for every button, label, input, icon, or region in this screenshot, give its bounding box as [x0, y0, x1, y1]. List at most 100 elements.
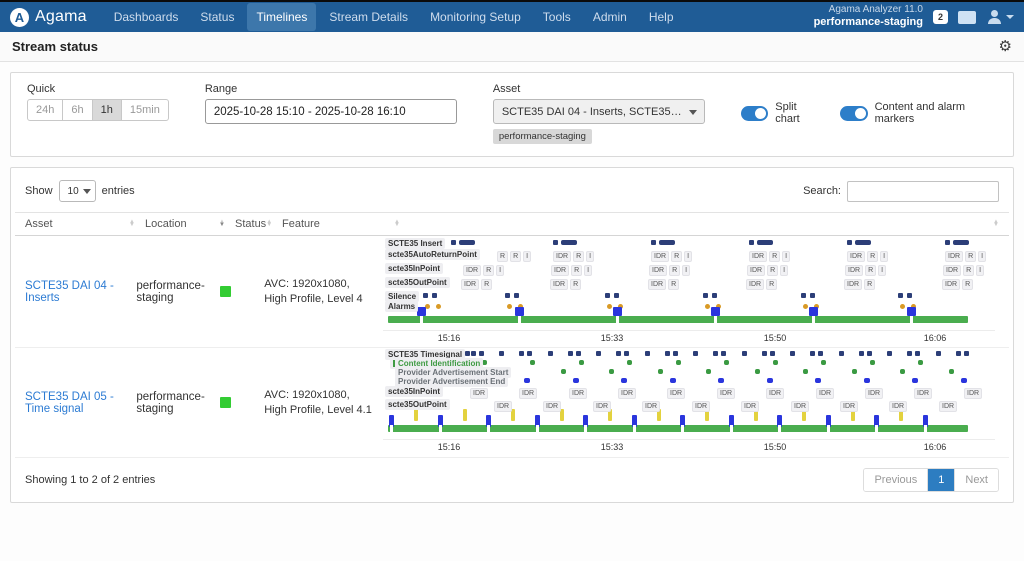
- m-navy-sq-marker: [451, 240, 456, 245]
- frame-type-badge: IDR: [791, 401, 809, 412]
- previous-page-button[interactable]: Previous: [864, 469, 927, 491]
- m-navy-sq-marker: [596, 351, 601, 356]
- bar-gap: [714, 316, 717, 323]
- frame-type-badges: IDRRI: [651, 249, 694, 262]
- m-blue-sq-marker: [711, 307, 720, 316]
- toggle-group: Split chart Content and alarm markers: [741, 83, 997, 125]
- status-cell: [220, 348, 264, 457]
- m-navy-sq-marker: [936, 351, 941, 356]
- frame-type-badges: IDR: [889, 399, 909, 412]
- feature-cell: AVC: 1920x1080, High Profile, Level 4: [264, 236, 383, 347]
- frame-type-badge: R: [669, 265, 680, 276]
- frame-type-badges: IDRRI: [649, 263, 692, 276]
- nav-item-status[interactable]: Status: [191, 3, 243, 31]
- m-navy-sq-marker: [605, 293, 610, 298]
- nav-item-help[interactable]: Help: [640, 3, 683, 31]
- filter-panel: Quick 24h6h1h15min Range Asset SCTE35 DA…: [10, 72, 1014, 157]
- notification-badge[interactable]: 2: [933, 10, 948, 24]
- frame-type-badge: IDR: [551, 265, 569, 276]
- toggle-content-and-alarm-markers[interactable]: Content and alarm markers: [840, 101, 997, 125]
- frame-type-badge: IDR: [889, 401, 907, 412]
- entries-select-value: 10: [68, 186, 79, 197]
- toggle-switch[interactable]: [741, 106, 768, 121]
- asset-tag[interactable]: performance-staging: [493, 129, 592, 144]
- bar-gap: [875, 425, 878, 432]
- frame-type-badge: IDR: [692, 401, 710, 412]
- sort-desc-icon: ▼: [266, 224, 272, 227]
- asset-filter-group: Asset SCTE35 DAI 04 - Inserts, SCTE35 DA…: [493, 83, 705, 144]
- asset-label: Asset: [493, 83, 705, 95]
- m-navy-sq-marker: [762, 351, 767, 356]
- column-header-location[interactable]: Location▲▼: [145, 218, 235, 230]
- toggle-split-chart[interactable]: Split chart: [741, 101, 820, 125]
- range-input[interactable]: [205, 99, 457, 124]
- next-page-button[interactable]: Next: [954, 469, 998, 491]
- m-navy-sq-marker: [673, 351, 678, 356]
- frame-type-badges: IDRRI: [551, 263, 594, 276]
- frame-type-badges: IDR: [642, 399, 662, 412]
- nav-item-tools[interactable]: Tools: [534, 3, 580, 31]
- frame-type-badge: I: [780, 265, 788, 276]
- column-header-status[interactable]: Status▲▼: [235, 218, 282, 230]
- frame-type-badge: IDR: [840, 401, 858, 412]
- m-blue-dot-marker: [767, 378, 773, 383]
- m-green-dot-marker: [561, 369, 566, 374]
- column-header-feature[interactable]: Feature▲▼: [282, 218, 410, 230]
- frame-type-badge: IDR: [747, 265, 765, 276]
- entries-select[interactable]: 10: [59, 180, 96, 202]
- brand[interactable]: A Agama: [10, 8, 87, 27]
- nav-item-admin[interactable]: Admin: [584, 3, 636, 31]
- m-green-dot-marker: [706, 369, 711, 374]
- range-filter-group: Range: [205, 83, 457, 124]
- asset-link[interactable]: SCTE35 DAI 05 - Time signal: [25, 391, 126, 415]
- frame-type-badge: IDR: [569, 388, 587, 399]
- quick-button-1h[interactable]: 1h: [92, 99, 122, 121]
- nav-item-stream-details[interactable]: Stream Details: [320, 3, 417, 31]
- entries-label: entries: [102, 185, 135, 197]
- nav-item-timelines[interactable]: Timelines: [247, 3, 316, 31]
- frame-type-badge: I: [584, 265, 592, 276]
- frame-type-badge: IDR: [470, 388, 488, 399]
- m-navy-rect-marker: [855, 240, 871, 245]
- frame-type-badges: IDRRI: [463, 263, 506, 276]
- availability-bar: [388, 316, 968, 323]
- frame-type-badge: I: [976, 265, 984, 276]
- toggle-label: Split chart: [775, 101, 820, 125]
- quick-button-24h[interactable]: 24h: [27, 99, 63, 121]
- axis-tick-label: 15:33: [601, 442, 624, 452]
- m-blue-sq-marker: [515, 307, 524, 316]
- frame-type-badge: R: [573, 251, 584, 262]
- toggle-switch[interactable]: [840, 106, 868, 121]
- frame-type-badge: IDR: [553, 251, 571, 262]
- page-1-button[interactable]: 1: [927, 469, 954, 491]
- m-navy-rect-marker: [953, 240, 969, 245]
- table-row-scte35-dai-04-inserts: SCTE35 DAI 04 - Inserts performance-stagi…: [15, 236, 1009, 348]
- quick-label: Quick: [27, 83, 169, 95]
- toggle-label: Content and alarm markers: [875, 101, 997, 125]
- quick-button-15min[interactable]: 15min: [121, 99, 169, 121]
- timeline-cell: SCTE35 TimesignalContent IdentificationP…: [383, 348, 1009, 457]
- nav-item-monitoring-setup[interactable]: Monitoring Setup: [421, 3, 530, 31]
- frame-type-badge: IDR: [543, 401, 561, 412]
- quick-button-6h[interactable]: 6h: [62, 99, 92, 121]
- frame-type-badge: IDR: [649, 265, 667, 276]
- m-navy-sq-marker: [956, 351, 961, 356]
- window-icon[interactable]: [958, 11, 976, 24]
- column-header-timeline[interactable]: ▲▼: [410, 218, 1009, 230]
- asset-select[interactable]: SCTE35 DAI 04 - Inserts, SCTE35 DAI 05 -…: [493, 99, 705, 124]
- frame-type-badges: IDRR: [461, 277, 494, 290]
- asset-cell: SCTE35 DAI 05 - Time signal: [25, 348, 136, 457]
- column-header-asset[interactable]: Asset▲▼: [25, 218, 145, 230]
- nav-right: Agama Analyzer 11.0 performance-staging …: [814, 4, 1014, 30]
- frame-type-badge: R: [668, 279, 679, 290]
- frame-type-badge: R: [497, 251, 508, 262]
- frame-type-badge: IDR: [550, 279, 568, 290]
- m-yellow-tick-marker: [463, 409, 467, 421]
- nav-item-dashboards[interactable]: Dashboards: [105, 3, 188, 31]
- settings-gear-icon[interactable]: ⚙: [999, 39, 1012, 54]
- m-navy-sq-marker: [432, 293, 437, 298]
- location-cell: performance-staging: [136, 236, 220, 347]
- user-menu[interactable]: [986, 10, 1014, 24]
- asset-link[interactable]: SCTE35 DAI 04 - Inserts: [25, 280, 126, 304]
- search-input[interactable]: [847, 181, 999, 202]
